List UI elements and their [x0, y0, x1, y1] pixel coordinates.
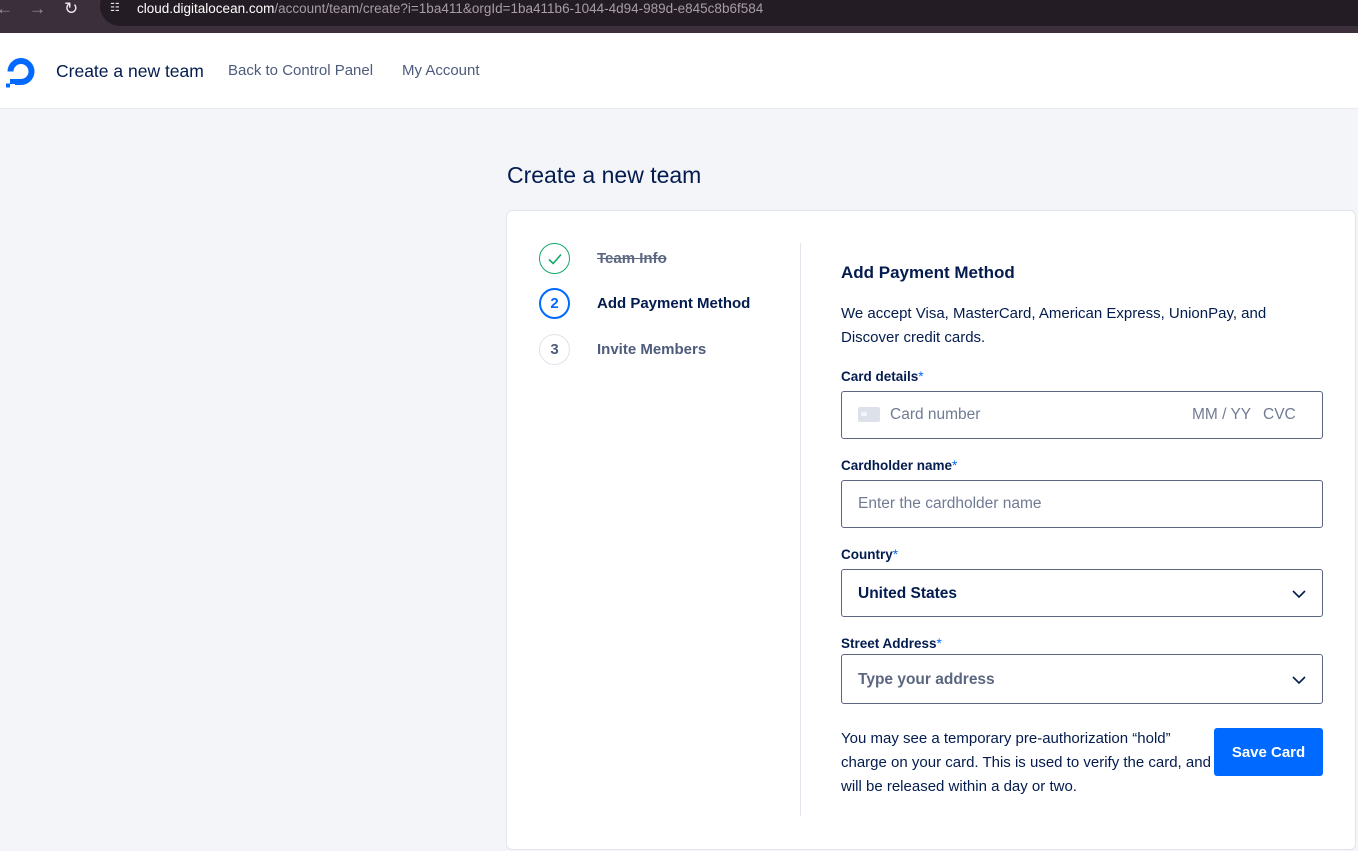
- required-mark: *: [952, 458, 958, 473]
- country-select[interactable]: United States: [841, 569, 1323, 617]
- site-info-icon[interactable]: ☷: [110, 2, 126, 14]
- chevron-down-icon: [1292, 590, 1306, 599]
- page-title: Create a new team: [507, 162, 702, 188]
- card-details-field: [841, 391, 1323, 439]
- browser-toolbar: ← → ↻ ☷ cloud.digitalocean.com/account/t…: [0, 0, 1358, 33]
- card-expiry-input[interactable]: [1192, 392, 1258, 438]
- step-number: 2: [539, 288, 570, 319]
- card-details-label: Card details*: [841, 369, 924, 385]
- step-label: Invite Members: [597, 341, 707, 358]
- url-text[interactable]: cloud.digitalocean.com/account/team/crea…: [137, 0, 763, 18]
- street-address-placeholder[interactable]: Type your address: [858, 670, 995, 690]
- label-text: Street Address: [841, 636, 937, 651]
- required-mark: *: [892, 547, 899, 562]
- create-team-card: Team Info 2 Add Payment Method 3 Invite …: [506, 210, 1356, 850]
- my-account-link[interactable]: My Account: [402, 61, 480, 81]
- preauthorization-note: You may see a temporary pre-authorizatio…: [841, 730, 1211, 795]
- step-complete-check: [539, 243, 570, 274]
- label-text: Country: [841, 547, 893, 562]
- save-card-button[interactable]: Save Card: [1214, 728, 1323, 776]
- step-label: Team Info: [597, 250, 667, 267]
- address-bar[interactable]: ☷ cloud.digitalocean.com/account/team/cr…: [100, 0, 1358, 26]
- card-number-input[interactable]: [890, 392, 1180, 438]
- street-address-label: Street Address*: [841, 636, 942, 652]
- cardholder-name-label: Cardholder name*: [841, 458, 957, 474]
- form-title: Add Payment Method: [841, 263, 1015, 282]
- back-to-control-panel-link[interactable]: Back to Control Panel: [228, 61, 373, 81]
- accepted-cards-description: We accept Visa, MasterCard, American Exp…: [841, 305, 1267, 346]
- street-address-combobox[interactable]: Type your address: [841, 654, 1323, 704]
- reload-icon[interactable]: ↻: [64, 0, 78, 20]
- label-text: Cardholder name: [841, 458, 953, 473]
- country-selected-value: United States: [858, 585, 958, 602]
- required-mark: *: [918, 369, 924, 384]
- url-host: cloud.digitalocean.com: [137, 1, 275, 16]
- label-text: Card details: [841, 369, 919, 384]
- step-number: 3: [539, 334, 570, 365]
- checkmark-icon: [547, 253, 562, 265]
- vertical-divider: [800, 243, 801, 816]
- cardholder-name-field: [841, 480, 1323, 528]
- app-header: Create a new team Back to Control Panel …: [0, 33, 1358, 109]
- country-label: Country*: [841, 547, 898, 563]
- digitalocean-logo-icon[interactable]: [4, 55, 38, 89]
- forward-arrow-icon[interactable]: →: [29, 0, 46, 20]
- credit-card-icon: [858, 407, 880, 422]
- chevron-down-icon: [1292, 676, 1306, 685]
- url-path: /account/team/create?i=1ba411&orgId=1ba4…: [274, 1, 764, 16]
- step-label: Add Payment Method: [597, 295, 751, 312]
- back-arrow-icon[interactable]: ←: [0, 0, 13, 20]
- cardholder-name-input[interactable]: [858, 481, 1308, 527]
- required-mark: *: [936, 636, 942, 651]
- header-title: Create a new team: [56, 61, 204, 81]
- card-cvc-input[interactable]: [1263, 392, 1309, 438]
